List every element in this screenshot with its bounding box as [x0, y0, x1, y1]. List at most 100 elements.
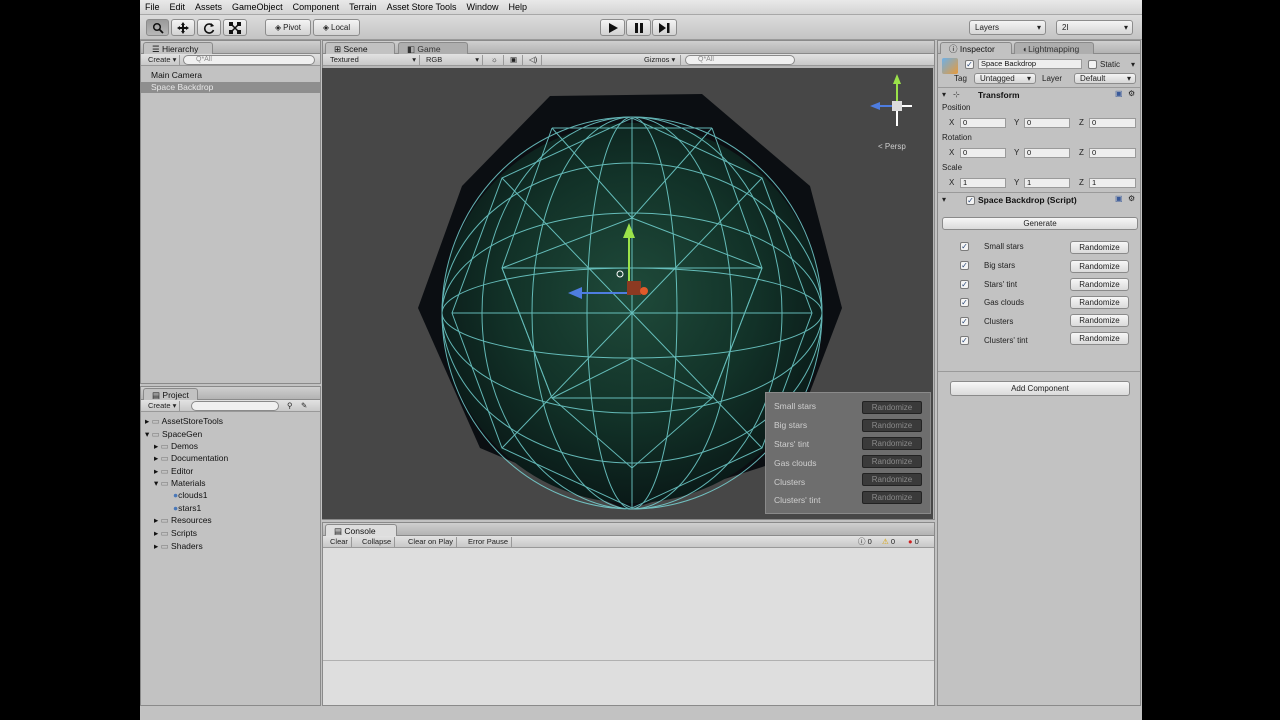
overlay-randomize-button[interactable]: Randomize — [862, 437, 922, 450]
pivot-toggle[interactable]: ◈ Pivot — [265, 19, 311, 36]
small-stars-randomize-button[interactable]: Randomize — [1070, 241, 1129, 254]
hierarchy-item[interactable]: Main Camera — [151, 70, 202, 80]
hierarchy-create-button[interactable]: Create ▾ — [145, 55, 181, 65]
tab-lightmapping[interactable]: ◐Lightmapping — [1014, 42, 1094, 54]
scale-x-input[interactable]: 1 — [960, 178, 1006, 188]
layers-dropdown[interactable]: Layers — [969, 20, 1046, 35]
console-clear-button[interactable]: Clear — [327, 537, 352, 547]
clusters-randomize-button[interactable]: Randomize — [1070, 314, 1129, 327]
scale-z-input[interactable]: 1 — [1089, 178, 1136, 188]
console-clear-on-play-button[interactable]: Clear on Play — [405, 537, 458, 547]
project-create-button[interactable]: Create ▾ — [145, 401, 181, 411]
project-folder[interactable]: ▸ ▭ AssetStoreTools — [145, 416, 223, 427]
scale-y-input[interactable]: 1 — [1024, 178, 1070, 188]
step-button[interactable] — [652, 19, 677, 36]
console-warning-count[interactable]: ⚠ 0 — [879, 537, 898, 547]
clusters-tint-checkbox[interactable]: ✓ — [960, 336, 969, 345]
project-folder[interactable]: ▸ ▭ Editor — [154, 466, 193, 477]
console-collapse-button[interactable]: Collapse — [359, 537, 396, 547]
tab-scene[interactable]: ⊞ Scene — [325, 42, 395, 54]
project-folder[interactable]: ▾ ▭ SpaceGen — [145, 429, 202, 440]
help-icon[interactable]: ▣ — [1115, 89, 1123, 98]
filter-type-icon[interactable]: ⚲ — [284, 401, 296, 411]
gameobject-active-checkbox[interactable]: ✓ — [965, 60, 974, 69]
menu-file[interactable]: File — [145, 2, 160, 12]
layout-dropdown[interactable]: 2I — [1056, 20, 1133, 35]
overlay-randomize-button[interactable]: Randomize — [862, 419, 922, 432]
transform-foldout-arrow[interactable]: ▾ — [942, 90, 946, 99]
menu-terrain[interactable]: Terrain — [349, 2, 377, 12]
project-folder[interactable]: ▸ ▭ Documentation — [154, 453, 228, 464]
project-folder[interactable]: ▸ ▭ Shaders — [154, 541, 203, 552]
move-tool-button[interactable] — [171, 19, 195, 36]
position-x-input[interactable]: 0 — [960, 118, 1006, 128]
render-mode-dropdown[interactable]: Textured ▾ — [327, 55, 420, 65]
help-icon[interactable]: ▣ — [1115, 194, 1123, 203]
gizmos-dropdown[interactable]: Gizmos ▾ — [641, 55, 681, 65]
clusters-checkbox[interactable]: ✓ — [960, 317, 969, 326]
clusters-tint-randomize-button[interactable]: Randomize — [1070, 332, 1129, 345]
project-folder[interactable]: ▸ ▭ Scripts — [154, 528, 197, 539]
project-material[interactable]: ●clouds1 — [173, 490, 207, 500]
console-error-count[interactable]: ● 0 — [905, 537, 922, 547]
rotation-z-input[interactable]: 0 — [1089, 148, 1136, 158]
menu-component[interactable]: Component — [293, 2, 340, 12]
scene-lighting-toggle[interactable]: ☼ — [488, 55, 504, 65]
rotation-x-input[interactable]: 0 — [960, 148, 1006, 158]
filter-label-icon[interactable]: ✎ — [298, 401, 310, 411]
tab-hierarchy[interactable]: ☰ Hierarchy — [143, 42, 213, 54]
tag-dropdown[interactable]: Untagged — [974, 73, 1036, 84]
script-foldout-arrow[interactable]: ▾ — [942, 195, 946, 204]
scale-tool-button[interactable] — [223, 19, 247, 36]
tab-console[interactable]: ▤ Console — [325, 524, 397, 536]
project-folder[interactable]: ▸ ▭ Demos — [154, 441, 198, 452]
menu-help[interactable]: Help — [509, 2, 528, 12]
project-folder[interactable]: ▸ ▭ Resources — [154, 515, 212, 526]
rotate-tool-button[interactable] — [197, 19, 221, 36]
orientation-gizmo[interactable] — [870, 74, 912, 126]
tab-game[interactable]: ◧ Game — [398, 42, 468, 54]
console-log-count[interactable]: ⓘ 0 — [855, 537, 875, 547]
overlay-randomize-button[interactable]: Randomize — [862, 491, 922, 504]
menu-window[interactable]: Window — [467, 2, 499, 12]
hand-tool-button[interactable] — [146, 19, 169, 36]
gas-clouds-randomize-button[interactable]: Randomize — [1070, 296, 1129, 309]
gameobject-name-input[interactable]: Space Backdrop — [978, 59, 1082, 69]
scene-viewport[interactable]: < Persp Small stars Randomize Big stars … — [322, 68, 933, 519]
overlay-randomize-button[interactable]: Randomize — [862, 455, 922, 468]
menu-asset-store-tools[interactable]: Asset Store Tools — [387, 2, 457, 12]
static-checkbox[interactable] — [1088, 60, 1097, 69]
settings-gear-icon[interactable]: ⚙ — [1128, 194, 1135, 203]
position-z-input[interactable]: 0 — [1089, 118, 1136, 128]
scene-search-input[interactable]: Q*All — [685, 55, 795, 65]
tab-inspector[interactable]: ⓘ Inspector — [940, 42, 1012, 54]
big-stars-randomize-button[interactable]: Randomize — [1070, 260, 1129, 273]
local-toggle[interactable]: ◈ Local — [313, 19, 360, 36]
console-error-pause-button[interactable]: Error Pause — [465, 537, 513, 547]
color-mode-dropdown[interactable]: RGB ▾ — [423, 55, 483, 65]
stars-tint-checkbox[interactable]: ✓ — [960, 280, 969, 289]
add-component-button[interactable]: Add Component — [950, 381, 1130, 396]
menu-assets[interactable]: Assets — [195, 2, 222, 12]
script-enabled-checkbox[interactable]: ✓ — [966, 196, 975, 205]
position-y-input[interactable]: 0 — [1024, 118, 1070, 128]
settings-gear-icon[interactable]: ⚙ — [1128, 89, 1135, 98]
overlay-randomize-button[interactable]: Randomize — [862, 473, 922, 486]
layer-dropdown[interactable]: Default — [1074, 73, 1136, 84]
menu-edit[interactable]: Edit — [170, 2, 186, 12]
scene-effects-toggle[interactable]: ▣ — [507, 55, 523, 65]
pause-button[interactable] — [626, 19, 651, 36]
hierarchy-search-input[interactable]: Q*All — [183, 55, 315, 65]
perspective-label[interactable]: < Persp — [878, 142, 906, 151]
menu-gameobject[interactable]: GameObject — [232, 2, 283, 12]
rotation-y-input[interactable]: 0 — [1024, 148, 1070, 158]
project-search-input[interactable] — [191, 401, 279, 411]
small-stars-checkbox[interactable]: ✓ — [960, 242, 969, 251]
generate-button[interactable]: Generate — [942, 217, 1138, 230]
project-material[interactable]: ●stars1 — [173, 503, 201, 513]
play-button[interactable] — [600, 19, 625, 36]
tab-project[interactable]: ▤ Project — [143, 388, 198, 400]
hierarchy-item-selected[interactable]: Space Backdrop — [141, 82, 320, 93]
stars-tint-randomize-button[interactable]: Randomize — [1070, 278, 1129, 291]
big-stars-checkbox[interactable]: ✓ — [960, 261, 969, 270]
